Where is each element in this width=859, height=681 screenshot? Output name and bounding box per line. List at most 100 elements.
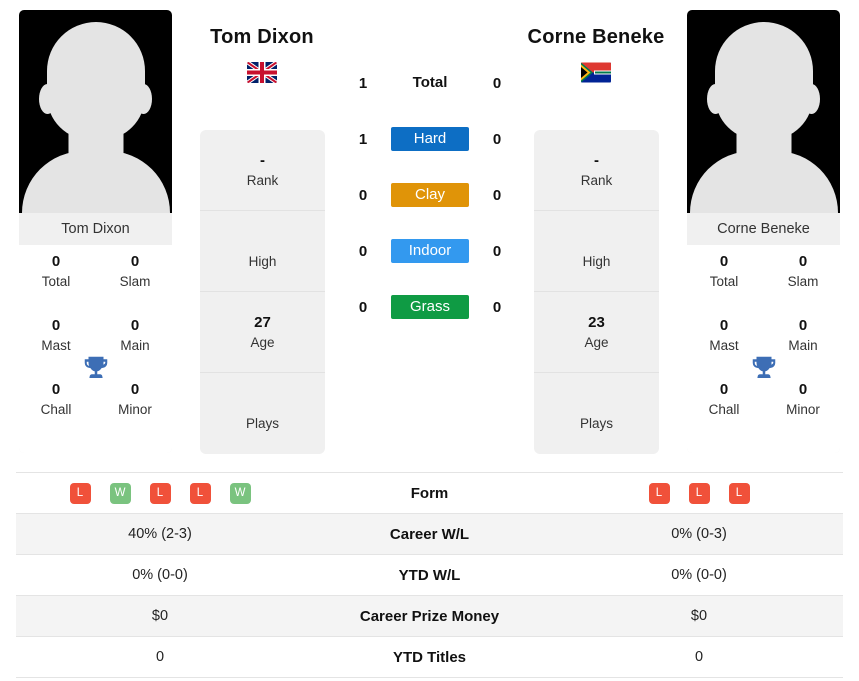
stat-slam-right: 0 Slam (772, 251, 834, 291)
info-label: Plays (579, 416, 613, 431)
stat-minor-left: 0 Minor (104, 379, 166, 419)
form-badges-left: LWLLW (16, 482, 304, 504)
stat-value: 0 (798, 317, 808, 334)
titles-row: 0 Chall 0 Minor (687, 379, 840, 443)
surface-badge-clay[interactable]: Clay (391, 183, 469, 207)
form-badge-win[interactable]: W (109, 482, 131, 504)
player-photo-left (19, 10, 172, 213)
stat-value: 0 (51, 381, 61, 398)
player-photo-caption-right: Corne Beneke (687, 213, 840, 245)
avatar-ear-right (135, 84, 152, 114)
surface-score-right: 0 (492, 130, 502, 148)
form-badge-win[interactable]: W (229, 482, 251, 504)
avatar-ear-left (39, 84, 56, 114)
surface-score-left: 0 (358, 242, 368, 260)
surface-badge-indoor[interactable]: Indoor (391, 239, 469, 263)
stat-value: 0 (798, 381, 808, 398)
info-label: Plays (245, 416, 279, 431)
info-value: 27 (254, 313, 271, 331)
stat-main-right: 0 Main (772, 315, 834, 355)
info-rank-left: - Rank (200, 130, 325, 211)
za-flag-icon (581, 62, 611, 83)
career-wl-left: 40% (2-3) (128, 526, 192, 542)
stat-minor-right: 0 Minor (772, 379, 834, 419)
player-photo-caption-left: Tom Dixon (19, 213, 172, 245)
avatar-ear-left (707, 84, 724, 114)
info-high-right: High (534, 211, 659, 292)
stat-label: Minor (118, 402, 152, 417)
ytd-wl-right: 0% (0-0) (671, 567, 727, 583)
surface-score-right: 0 (492, 186, 502, 204)
player-card-right[interactable]: Corne Beneke 0 Total 0 Slam 0 Mast 0 Mai… (687, 10, 840, 453)
titles-row: 0 Total 0 Slam (687, 251, 840, 315)
info-age-left: 27 Age (200, 292, 325, 373)
stat-slam-left: 0 Slam (104, 251, 166, 291)
table-row-career-wl: 40% (2-3) Career W/L 0% (0-3) (16, 513, 843, 555)
form-badges-right: LLL (555, 482, 843, 504)
ytd-titles-left: 0 (155, 649, 165, 665)
table-row-ytd-titles: 0 YTD Titles 0 (16, 636, 843, 678)
info-label: High (582, 253, 611, 269)
avatar-shoulders (21, 151, 170, 213)
surface-row-clay: 0 Clay 0 (340, 167, 520, 223)
stat-mast-left: 0 Mast (25, 315, 87, 355)
stat-value: 0 (51, 317, 61, 334)
stat-label: Total (41, 274, 71, 289)
info-label: Rank (246, 172, 279, 188)
form-badge-loss[interactable]: L (149, 482, 171, 504)
info-plays-left: Plays (200, 373, 325, 454)
stat-label: Slam (119, 274, 151, 289)
row-label-career-wl: Career W/L (389, 525, 470, 543)
ytd-titles-right: 0 (694, 649, 704, 665)
surface-row-indoor: 0 Indoor 0 (340, 223, 520, 279)
form-badge-loss[interactable]: L (728, 482, 750, 504)
titles-row: 0 Chall 0 Minor (19, 379, 172, 443)
info-label: Rank (580, 172, 613, 188)
surface-score-right: 0 (492, 298, 502, 316)
stat-total-left: 0 Total (25, 251, 87, 291)
player-name-left[interactable]: Tom Dixon (162, 26, 362, 49)
stat-total-right: 0 Total (693, 251, 755, 291)
player-card-left[interactable]: Tom Dixon 0 Total 0 Slam 0 Mast 0 Main 0… (19, 10, 172, 453)
surface-badge-grass[interactable]: Grass (391, 295, 469, 319)
info-high-left: High (200, 211, 325, 292)
avatar-ear-right (803, 84, 820, 114)
stat-value: 0 (798, 253, 808, 270)
career-wl-right: 0% (0-3) (671, 526, 727, 542)
stat-label: Main (120, 338, 150, 353)
titles-grid-left: 0 Total 0 Slam 0 Mast 0 Main 0 Chall 0 M… (19, 245, 172, 453)
trophy-icon (749, 353, 779, 383)
stat-label: Minor (786, 402, 820, 417)
avatar-shoulders (689, 151, 838, 213)
player-photo-right (687, 10, 840, 213)
comparison-stats-table: LWLLW Form LLL 40% (2-3) Career W/L 0% (… (16, 472, 843, 678)
surface-badge-hard[interactable]: Hard (391, 127, 469, 151)
career-prize-money-left: $0 (151, 608, 169, 624)
form-cell-right: LLL (555, 473, 843, 514)
stat-label: Chall (708, 402, 740, 417)
form-badge-loss[interactable]: L (189, 482, 211, 504)
stat-chall-left: 0 Chall (25, 379, 87, 419)
surface-score-left: 1 (358, 74, 368, 92)
stat-chall-right: 0 Chall (693, 379, 755, 419)
stat-value: 0 (130, 253, 140, 270)
titles-row: 0 Total 0 Slam (19, 251, 172, 315)
head-to-head-comparison: Tom Dixon 0 Total 0 Slam 0 Mast 0 Main 0… (0, 0, 859, 465)
info-age-right: 23 Age (534, 292, 659, 373)
table-row-career-prize-money: $0 Career Prize Money $0 (16, 595, 843, 637)
titles-grid-right: 0 Total 0 Slam 0 Mast 0 Main 0 Chall 0 M… (687, 245, 840, 453)
surface-score-left: 0 (358, 298, 368, 316)
stat-label: Mast (709, 338, 739, 353)
info-rank-right: - Rank (534, 130, 659, 211)
stat-main-left: 0 Main (104, 315, 166, 355)
table-row-ytd-wl: 0% (0-0) YTD W/L 0% (0-0) (16, 554, 843, 596)
surface-score-right: 0 (492, 74, 502, 92)
player-name-right[interactable]: Corne Beneke (496, 26, 696, 49)
player-info-card-left: - Rank High 27 Age Plays (200, 130, 325, 454)
form-badge-loss[interactable]: L (69, 482, 91, 504)
form-badge-loss[interactable]: L (648, 482, 670, 504)
form-badge-loss[interactable]: L (688, 482, 710, 504)
stat-label: Mast (41, 338, 71, 353)
stat-value: 0 (719, 317, 729, 334)
info-label: High (248, 253, 277, 269)
